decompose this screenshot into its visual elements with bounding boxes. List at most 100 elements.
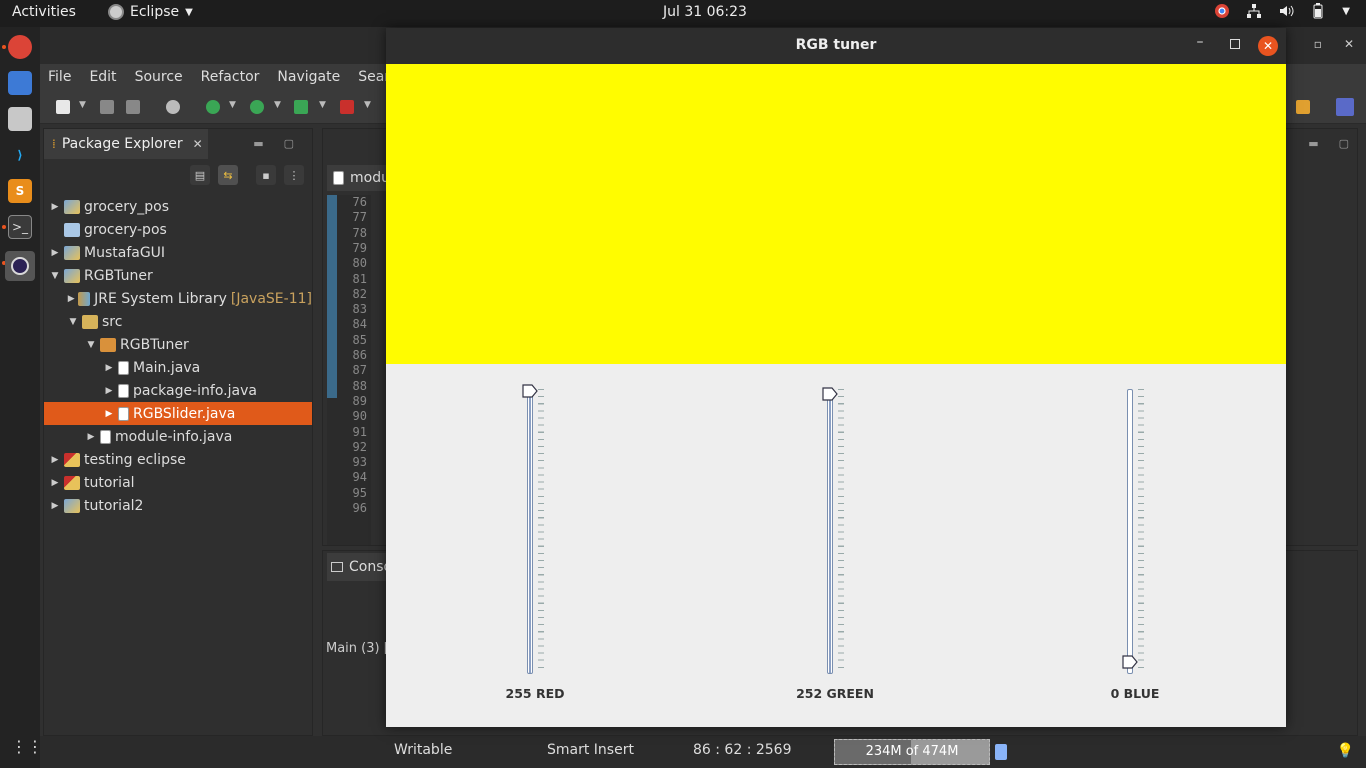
files-dock-icon[interactable]: [8, 107, 32, 131]
line-number: 91: [352, 424, 367, 439]
chevron-down-icon[interactable]: ▼: [364, 100, 371, 110]
sublime-dock-icon[interactable]: S: [8, 179, 32, 203]
save-icon[interactable]: [100, 100, 114, 114]
vscode-dock-icon[interactable]: ⟩: [8, 143, 32, 167]
restore-icon[interactable]: ▫: [1314, 37, 1322, 51]
tree-item[interactable]: ▼ RGBTuner: [44, 264, 312, 287]
chevron-right-icon[interactable]: ▶: [84, 432, 98, 442]
change-marker: [327, 195, 337, 398]
slider-track: [1127, 389, 1133, 674]
chrome-dock-icon[interactable]: [8, 35, 32, 59]
maximize-button[interactable]: [1226, 36, 1242, 54]
text-editor-dock-icon[interactable]: [8, 71, 32, 95]
menu-refactor[interactable]: Refactor: [201, 69, 260, 85]
chevron-right-icon[interactable]: ▶: [48, 501, 62, 511]
coverage-icon[interactable]: [294, 100, 308, 114]
close-button[interactable]: ✕: [1258, 36, 1278, 56]
garbage-collect-icon[interactable]: [995, 744, 1007, 760]
maximize-icon[interactable]: ▢: [284, 137, 294, 150]
slider-thumb[interactable]: [822, 387, 838, 401]
tree-item-label: module-info.java: [115, 428, 233, 445]
chevron-right-icon[interactable]: ▶: [102, 386, 116, 396]
minimize-icon[interactable]: ▬: [1308, 137, 1318, 150]
tree-item[interactable]: ▶ testing eclipse: [44, 448, 312, 471]
terminal-dock-icon[interactable]: >_: [8, 215, 32, 239]
lightbulb-icon[interactable]: 💡: [1337, 743, 1354, 759]
menu-source[interactable]: Source: [135, 69, 183, 85]
eclipse-dock-icon[interactable]: [5, 251, 35, 281]
rgb-tuner-titlebar[interactable]: RGB tuner – ✕: [386, 28, 1286, 64]
chevron-right-icon[interactable]: ▶: [48, 478, 62, 488]
tree-item[interactable]: ▶ MustafaGUI: [44, 241, 312, 264]
network-icon[interactable]: [1246, 3, 1262, 19]
slider-track: [827, 389, 833, 674]
run-icon[interactable]: [250, 100, 264, 114]
tree-item[interactable]: ▶ module-info.java: [44, 425, 312, 448]
external-tools-icon[interactable]: [340, 100, 354, 114]
close-icon[interactable]: ✕: [1344, 37, 1354, 51]
chevron-down-icon[interactable]: ▼: [66, 317, 80, 327]
tree-item[interactable]: ▶ tutorial: [44, 471, 312, 494]
chevron-right-icon[interactable]: ▶: [102, 363, 116, 373]
menu-navigate[interactable]: Navigate: [277, 69, 340, 85]
maximize-icon[interactable]: ▢: [1339, 137, 1349, 150]
volume-icon[interactable]: [1278, 3, 1294, 19]
close-icon[interactable]: ✕: [193, 137, 203, 151]
tree-item-decoration: [JavaSE-11]: [230, 290, 312, 307]
package-explorer-tab[interactable]: ⁞ Package Explorer ✕: [44, 129, 208, 159]
view-menu-icon[interactable]: ⋮: [284, 165, 304, 185]
tree-item[interactable]: ▶ tutorial2: [44, 494, 312, 517]
save-all-icon[interactable]: [126, 100, 140, 114]
chevron-down-icon[interactable]: ▼: [229, 100, 236, 110]
chevron-down-icon[interactable]: ▼: [274, 100, 281, 110]
debug-icon[interactable]: [206, 100, 220, 114]
red-slider[interactable]: [522, 384, 562, 674]
green-slider[interactable]: [822, 384, 862, 674]
chevron-down-icon[interactable]: ▼: [1342, 6, 1350, 17]
app-menu[interactable]: Eclipse ▼: [108, 4, 193, 20]
package-icon: [100, 337, 116, 352]
chevron-right-icon[interactable]: ▶: [48, 455, 62, 465]
minimize-button[interactable]: –: [1192, 34, 1208, 54]
open-perspective-icon[interactable]: [1296, 100, 1310, 114]
chevron-right-icon[interactable]: ▶: [48, 202, 62, 212]
chevron-down-icon[interactable]: ▼: [84, 340, 98, 350]
menu-edit[interactable]: Edit: [89, 69, 116, 85]
activities-button[interactable]: Activities: [12, 4, 76, 20]
tree-item[interactable]: ▼ src: [44, 310, 312, 333]
tree-item[interactable]: ▼ RGBTuner: [44, 333, 312, 356]
battery-icon[interactable]: [1310, 3, 1326, 19]
minimize-icon[interactable]: ▬: [253, 137, 263, 150]
slider-thumb[interactable]: [522, 384, 538, 398]
chevron-right-icon[interactable]: ▶: [66, 294, 76, 304]
project-icon: [64, 268, 80, 283]
chrome-tray-icon[interactable]: [1214, 3, 1230, 19]
chevron-down-icon[interactable]: ▼: [48, 271, 62, 281]
java-perspective-icon[interactable]: [1336, 98, 1354, 116]
heap-status[interactable]: 234M of 474M: [834, 739, 990, 765]
blue-slider[interactable]: [1122, 384, 1162, 674]
link-with-editor-icon[interactable]: ⇆: [218, 165, 238, 185]
menu-file[interactable]: File: [48, 69, 71, 85]
running-indicator: [2, 225, 6, 229]
focus-icon[interactable]: ▪: [256, 165, 276, 185]
tree-item[interactable]: ▶ grocery_pos: [44, 195, 312, 218]
system-tray[interactable]: ▼: [1214, 3, 1350, 19]
tree-item[interactable]: ▶ Main.java: [44, 356, 312, 379]
clock[interactable]: Jul 31 06:23: [663, 4, 747, 20]
collapse-all-icon[interactable]: ▤: [190, 165, 210, 185]
chevron-down-icon[interactable]: ▼: [319, 100, 326, 110]
slider-thumb[interactable]: [1122, 655, 1138, 669]
tree-item[interactable]: grocery-pos: [44, 218, 312, 241]
line-number: 78: [352, 225, 367, 240]
line-number: 87: [352, 363, 367, 378]
chevron-down-icon[interactable]: ▼: [79, 100, 86, 110]
project-tree: ▶ grocery_pos grocery-pos ▶ MustafaGUI ▼…: [44, 195, 312, 517]
new-icon[interactable]: [56, 100, 70, 114]
chevron-right-icon[interactable]: ▶: [48, 248, 62, 258]
tree-item[interactable]: ▶ package-info.java: [44, 379, 312, 402]
chevron-right-icon[interactable]: ▶: [102, 409, 116, 419]
skip-breakpoints-icon[interactable]: [166, 100, 180, 114]
tree-item-selected[interactable]: ▶ RGBSlider.java: [44, 402, 312, 425]
tree-item[interactable]: ▶ JRE System Library [JavaSE-11]: [44, 287, 312, 310]
